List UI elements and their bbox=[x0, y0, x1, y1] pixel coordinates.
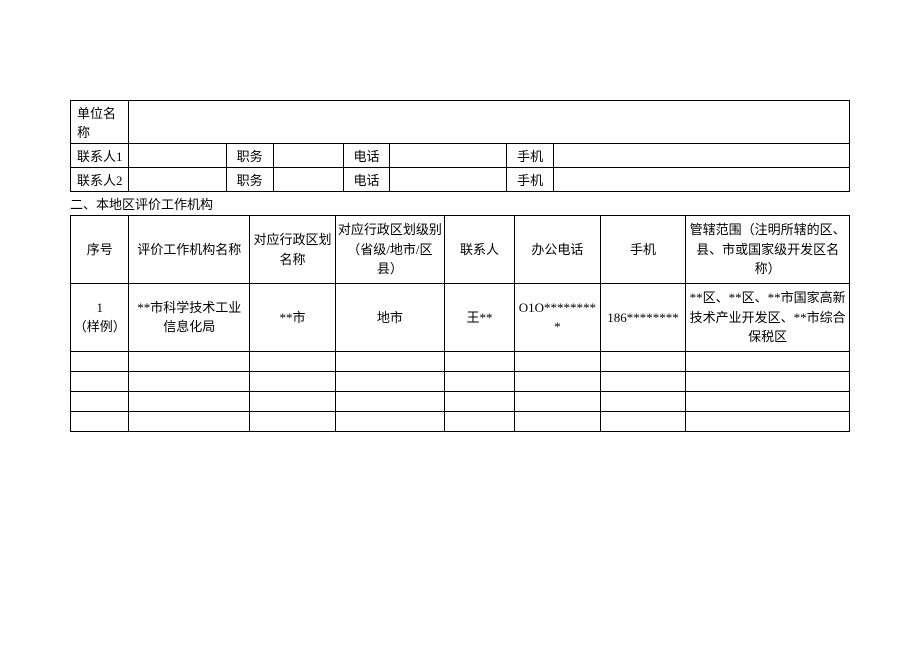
section-title: 二、本地区评价工作机构 bbox=[70, 192, 850, 215]
contact2-mobile-label: 手机 bbox=[507, 168, 554, 192]
contact1-label: 联系人1 bbox=[71, 144, 129, 168]
unit-name-label: 单位名称 bbox=[71, 101, 129, 144]
col-contact: 联系人 bbox=[444, 216, 514, 284]
col-scope: 管辖范围（注明所辖的区、县、市或国家级开发区名称） bbox=[686, 216, 850, 284]
sample-seq: 1 （样例） bbox=[71, 284, 129, 352]
contact1-position-label: 职务 bbox=[226, 144, 273, 168]
section-title-row: 二、本地区评价工作机构 bbox=[70, 192, 850, 215]
contact1-mobile-label: 手机 bbox=[507, 144, 554, 168]
sample-mobile: 186******** bbox=[600, 284, 686, 352]
contact1-name-value bbox=[129, 144, 226, 168]
col-office-phone: 办公电话 bbox=[515, 216, 601, 284]
contact2-mobile-value bbox=[553, 168, 849, 192]
table-row bbox=[71, 391, 850, 411]
table-row bbox=[71, 411, 850, 431]
col-org-name: 评价工作机构名称 bbox=[129, 216, 250, 284]
contact2-name-value bbox=[129, 168, 226, 192]
col-region-level: 对应行政区划级别（省级/地市/区县） bbox=[335, 216, 444, 284]
main-table: 序号 评价工作机构名称 对应行政区划名称 对应行政区划级别（省级/地市/区县） … bbox=[70, 215, 850, 432]
col-region-name: 对应行政区划名称 bbox=[250, 216, 336, 284]
sample-region-level: 地市 bbox=[335, 284, 444, 352]
contact2-phone-value bbox=[390, 168, 507, 192]
sample-org-name: **市科学技术工业信息化局 bbox=[129, 284, 250, 352]
contact2-label: 联系人2 bbox=[71, 168, 129, 192]
contact1-mobile-value bbox=[553, 144, 849, 168]
contact1-position-value bbox=[273, 144, 343, 168]
sample-contact: 王** bbox=[444, 284, 514, 352]
contact1-phone-label: 电话 bbox=[343, 144, 390, 168]
sample-scope: **区、**区、**市国家高新技术产业开发区、**市综合保税区 bbox=[686, 284, 850, 352]
col-seq: 序号 bbox=[71, 216, 129, 284]
sample-region-name: **市 bbox=[250, 284, 336, 352]
sample-office-phone: O1O********* bbox=[515, 284, 601, 352]
contact1-phone-value bbox=[390, 144, 507, 168]
col-mobile: 手机 bbox=[600, 216, 686, 284]
contact2-position-label: 职务 bbox=[226, 168, 273, 192]
table-row bbox=[71, 351, 850, 371]
header-table: 单位名称 联系人1 职务 电话 手机 联系人2 职务 电话 手机 bbox=[70, 100, 850, 192]
contact2-position-value bbox=[273, 168, 343, 192]
table-row bbox=[71, 371, 850, 391]
contact2-phone-label: 电话 bbox=[343, 168, 390, 192]
unit-name-value bbox=[129, 101, 850, 144]
